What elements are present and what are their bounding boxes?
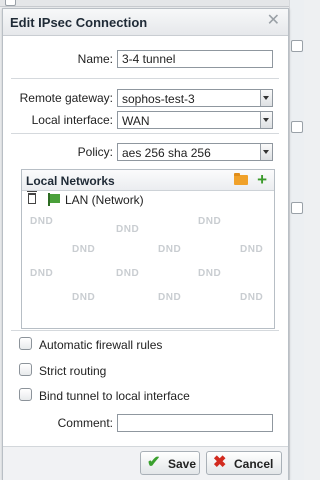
dnd-watermark: DND — [198, 216, 222, 227]
chevron-down-icon[interactable] — [260, 144, 272, 160]
save-button-label: Save — [168, 457, 197, 471]
separator — [11, 78, 279, 79]
dnd-watermark: DND — [158, 292, 182, 303]
background-checkbox — [291, 40, 303, 52]
dnd-watermark: DND — [158, 244, 182, 255]
chevron-down-icon[interactable] — [260, 112, 272, 128]
strict-routing-checkbox[interactable] — [19, 363, 32, 376]
cancel-button[interactable]: ✖ Cancel — [206, 451, 282, 475]
local-networks-header: Local Networks + — [22, 170, 274, 191]
dnd-watermark: DND — [116, 224, 140, 235]
bind-tunnel-checkbox[interactable] — [19, 388, 32, 401]
list-item[interactable]: LAN (Network) — [22, 191, 274, 209]
background-checkbox — [291, 121, 303, 133]
dnd-watermark: DND — [72, 244, 96, 255]
strict-routing-label[interactable]: Strict routing — [39, 364, 106, 378]
chevron-down-icon[interactable] — [260, 90, 272, 106]
separator — [11, 330, 279, 331]
remote-gateway-label: Remote gateway: — [19, 91, 113, 105]
separator — [11, 133, 279, 134]
local-interface-label: Local interface: — [31, 113, 113, 127]
policy-label: Policy: — [77, 145, 113, 159]
local-networks-box: Local Networks + LAN (Network) DND DND D… — [21, 169, 275, 329]
network-item-label: LAN (Network) — [65, 193, 144, 207]
remote-gateway-value: sophos-test-3 — [122, 92, 195, 106]
folder-icon[interactable] — [234, 173, 248, 185]
save-button[interactable]: ✔ Save — [140, 451, 200, 475]
policy-value: aes 256 sha 256 — [122, 146, 211, 160]
bind-tunnel-label[interactable]: Bind tunnel to local interface — [39, 389, 190, 403]
local-interface-select[interactable]: WAN — [117, 111, 273, 129]
dnd-watermark: DND — [116, 268, 140, 279]
background-checkbox — [5, 0, 16, 6]
trash-icon[interactable] — [27, 191, 37, 204]
dialog-titlebar[interactable]: Edit IPsec Connection ✕ — [3, 9, 288, 36]
name-label: Name: — [77, 52, 113, 66]
background-checkbox — [291, 202, 303, 214]
remote-gateway-select[interactable]: sophos-test-3 — [117, 89, 273, 107]
local-interface-value: WAN — [122, 114, 150, 128]
policy-select[interactable]: aes 256 sha 256 — [117, 143, 273, 161]
dnd-watermark: DND — [198, 268, 222, 279]
auto-firewall-checkbox[interactable] — [19, 337, 32, 350]
dnd-watermark: DND — [240, 292, 264, 303]
network-flag-icon — [48, 193, 60, 206]
plus-icon[interactable]: + — [257, 170, 267, 190]
name-input[interactable]: 3-4 tunnel — [117, 50, 273, 68]
comment-label: Comment: — [57, 416, 113, 430]
background-panel — [289, 0, 304, 480]
dnd-watermark: DND — [240, 244, 264, 255]
cross-icon: ✖ — [213, 454, 227, 471]
comment-input[interactable] — [117, 414, 273, 432]
dnd-watermark: DND — [30, 268, 54, 279]
background-toolbar — [0, 0, 290, 7]
cancel-button-label: Cancel — [234, 457, 274, 471]
dialog-footer: ✔ Save ✖ Cancel — [3, 446, 288, 480]
dnd-watermark: DND — [30, 216, 54, 227]
local-networks-title: Local Networks — [26, 174, 115, 188]
dnd-watermark: DND — [72, 292, 96, 303]
close-icon[interactable]: ✕ — [267, 12, 280, 30]
edit-ipsec-dialog: Edit IPsec Connection ✕ Name: 3-4 tunnel… — [2, 8, 289, 480]
checkmark-icon: ✔ — [147, 454, 161, 471]
auto-firewall-label[interactable]: Automatic firewall rules — [39, 338, 162, 352]
dialog-title: Edit IPsec Connection — [10, 15, 148, 30]
